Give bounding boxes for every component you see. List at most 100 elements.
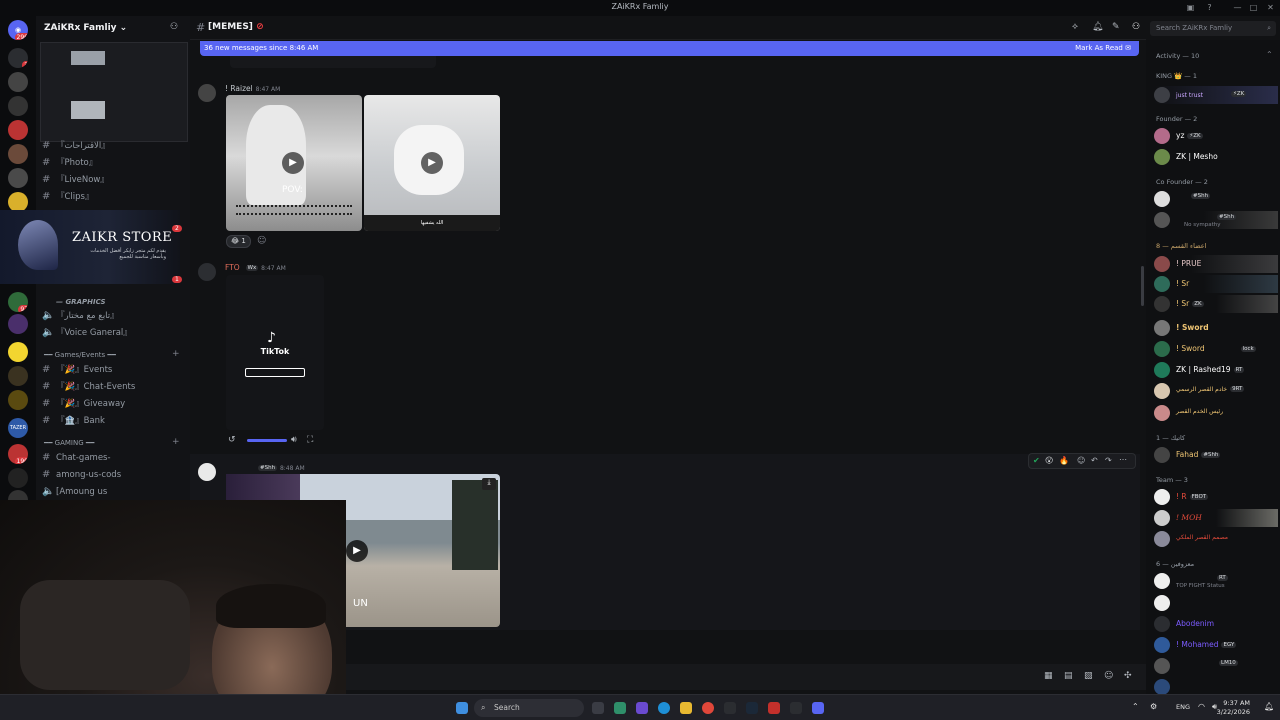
fire-reaction-icon[interactable]: 🔥 <box>1059 456 1069 465</box>
category-graphics[interactable]: — GRAPHICS <box>56 298 106 306</box>
member-item[interactable]: ZK | Mesho <box>1154 148 1278 166</box>
task-view-icon[interactable] <box>592 702 604 714</box>
volume-slider[interactable] <box>247 439 287 442</box>
member-list-icon[interactable]: ⚇ <box>1132 22 1140 32</box>
avatar[interactable] <box>198 84 216 102</box>
channel-item[interactable]: # 『🏦』Bank <box>42 413 182 429</box>
member-item[interactable]: LM10 <box>1154 657 1278 675</box>
check-reaction-icon[interactable]: ✔ <box>1033 456 1040 465</box>
emoji-icon[interactable]: ☺ <box>1104 671 1113 681</box>
avatar[interactable] <box>198 463 216 481</box>
avatar[interactable] <box>198 263 216 281</box>
guild-name[interactable]: ZAiKRx Famliy ⌄ <box>44 23 127 33</box>
fullscreen-icon[interactable]: ⛶ <box>307 435 313 445</box>
member-item[interactable]: ! Mohamed EGY <box>1154 636 1278 654</box>
add-reaction-icon[interactable]: ☺ <box>1077 456 1085 465</box>
member-item[interactable]: ZK | Rashed19 RT <box>1154 361 1278 379</box>
voice-channel[interactable]: 🔈 『Voice Ganeral』 <box>42 325 182 341</box>
more-icon[interactable]: ⋯ <box>1119 455 1127 464</box>
member-item[interactable]: خادم القصر الرسمي 9RT <box>1154 382 1278 400</box>
channel-item[interactable]: # 『الاقتراحات』 <box>42 138 182 154</box>
member-item[interactable]: ! R FBOT <box>1154 488 1278 506</box>
help-icon[interactable]: ? <box>1205 3 1214 12</box>
widgets-icon[interactable] <box>614 702 626 714</box>
play-icon[interactable]: ▶ <box>346 540 368 562</box>
server-icon[interactable] <box>8 192 28 212</box>
sticker-icon[interactable]: ▧ <box>1084 671 1093 681</box>
channel-item[interactable]: # 『Photo』 <box>42 155 182 171</box>
emoji-reaction-icon[interactable]: 😮 <box>1045 456 1053 465</box>
gift-icon[interactable]: ▦ <box>1044 671 1053 681</box>
add-channel-icon[interactable]: + <box>172 437 180 447</box>
taskbar-search[interactable]: ⌕ Search <box>474 699 584 717</box>
member-item[interactable]: ! Sr <box>1154 275 1278 293</box>
wifi-icon[interactable]: ◠ <box>1198 702 1205 711</box>
member-item[interactable]: ! Sword lock <box>1154 340 1278 358</box>
chrome-icon[interactable] <box>702 702 714 714</box>
tray-icon[interactable]: ⚙ <box>1150 702 1157 711</box>
bell-icon[interactable]: 🔔︎ <box>1092 22 1103 32</box>
play-icon[interactable]: ▶ <box>282 152 304 174</box>
add-channel-icon[interactable]: + <box>172 349 180 359</box>
category-gaming[interactable]: ━━ GAMING ━━ <box>44 439 94 447</box>
voice-channel[interactable]: 🔈 [Amoung us <box>42 484 182 500</box>
edge-icon[interactable] <box>658 702 670 714</box>
video-attachment[interactable]: ▶ POV: <box>226 95 362 231</box>
add-reaction-icon[interactable]: ☺ <box>257 236 266 246</box>
play-icon[interactable]: ▶ <box>421 152 443 174</box>
member-item[interactable]: ! MOH <box>1154 509 1278 527</box>
chevron-up-icon[interactable]: ⌃ <box>1132 702 1139 711</box>
server-icon[interactable] <box>8 342 28 362</box>
voice-channel[interactable]: 🔈 『تابع مع مختار』 <box>42 308 182 324</box>
scrollbar-thumb[interactable] <box>1141 266 1144 306</box>
reply-icon[interactable]: ↶ <box>1091 456 1098 465</box>
app-icon[interactable] <box>636 702 648 714</box>
reaction-pill[interactable]: 😂 1 <box>226 235 251 248</box>
language-indicator[interactable]: ENG <box>1176 703 1190 711</box>
member-item[interactable]: Fahad #Shh <box>1154 446 1278 464</box>
channel-item[interactable]: # 『🎉』Giveaway <box>42 396 182 412</box>
search-input[interactable]: Search ZAiKRx Famliy ⌕ <box>1150 21 1276 36</box>
file-explorer-icon[interactable] <box>680 702 692 714</box>
clock[interactable]: 9:37 AM 3/22/2026 <box>1217 699 1250 717</box>
home-button[interactable]: ◉ 296 <box>8 20 28 40</box>
app-icon[interactable] <box>790 702 802 714</box>
inbox-icon[interactable]: ▣ <box>1186 3 1195 12</box>
server-icon[interactable] <box>8 120 28 140</box>
channel-item[interactable]: # 『Clips』 <box>42 189 182 205</box>
steam-icon[interactable] <box>746 702 758 714</box>
server-icon[interactable]: 3 <box>8 48 28 68</box>
server-icon[interactable] <box>8 390 28 410</box>
download-icon[interactable]: ⤓ <box>482 478 496 490</box>
server-icon[interactable]: 190 <box>8 444 28 464</box>
gif-icon[interactable]: ▤ <box>1064 671 1073 681</box>
server-icon[interactable] <box>8 314 28 334</box>
server-icon[interactable] <box>8 168 28 188</box>
close-icon[interactable]: ✕ <box>1266 3 1275 12</box>
member-item[interactable] <box>1154 594 1278 612</box>
channel-item[interactable]: # 『LiveNow』 <box>42 172 182 188</box>
app-icon[interactable] <box>768 702 780 714</box>
member-item[interactable]: Abodenim <box>1154 615 1278 633</box>
activity-header[interactable]: Activity — 10 <box>1156 52 1199 60</box>
replay-icon[interactable]: ↺ <box>228 435 236 445</box>
server-icon[interactable] <box>8 144 28 164</box>
channel-item[interactable]: # Chat-games- <box>42 450 182 466</box>
mark-as-read-button[interactable]: Mark As Read ✉ <box>1075 41 1131 56</box>
member-item[interactable]: #Shh No sympathy <box>1154 211 1278 229</box>
server-icon[interactable] <box>8 72 28 92</box>
category-games-events[interactable]: ━━ Games/Events ━━ <box>44 351 116 359</box>
author-name[interactable]: ! Raizel <box>225 84 253 93</box>
member-item[interactable]: رئيس الخدم القصر <box>1154 404 1278 422</box>
notification-icon[interactable]: 🔔︎ <box>1264 702 1274 711</box>
store-banner[interactable]: ZAIKR STORE يقدم لكم متجر زايكر أفضل الخ… <box>0 210 182 284</box>
collapse-icon[interactable]: ⌃ <box>1266 50 1273 59</box>
server-icon[interactable] <box>8 96 28 116</box>
maximize-icon[interactable]: □ <box>1249 3 1258 12</box>
author-name[interactable]: FTO <box>225 263 240 272</box>
video-attachment[interactable]: ♪ TikTok <box>226 275 324 430</box>
minimize-icon[interactable]: — <box>1233 3 1242 12</box>
channel-item[interactable]: # 『🎉』Events <box>42 362 182 378</box>
member-item[interactable]: ! PRUE <box>1154 255 1278 273</box>
windows-start-icon[interactable] <box>456 702 468 714</box>
